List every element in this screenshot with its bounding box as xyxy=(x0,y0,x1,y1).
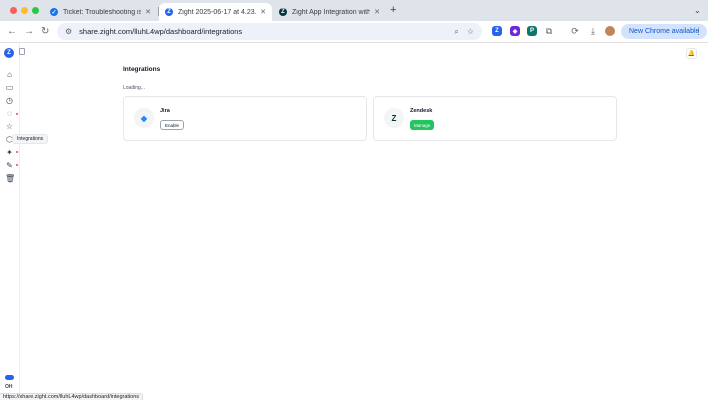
integration-card-jira: ◆ Jira Enable xyxy=(123,96,367,141)
profile-avatar[interactable] xyxy=(605,26,615,36)
ticket-icon: ✓ xyxy=(50,8,58,16)
bookmark-star-icon[interactable]: ☆ xyxy=(467,27,474,36)
home-icon[interactable]: ⌂ xyxy=(5,70,14,79)
back-icon[interactable]: ← xyxy=(7,25,17,39)
jira-logo-icon: ◆ xyxy=(134,108,154,128)
address-bar[interactable]: ⚙ share.zight.com/lluhL4wp/dashboard/int… xyxy=(57,23,482,40)
notification-dot xyxy=(16,164,18,166)
reload-icon[interactable]: ↻ xyxy=(41,25,49,39)
comment-icon[interactable]: ◌ xyxy=(5,109,14,118)
integrations-tooltip: Integrations xyxy=(12,134,49,144)
close-window-button[interactable] xyxy=(10,7,17,14)
zight-icon: Z xyxy=(165,8,173,16)
download-icon[interactable]: ⤓ xyxy=(588,26,598,36)
zight-extension-icon[interactable]: Z xyxy=(492,26,502,36)
app-sidebar: Z ⌂ ▭ ◷ ◌ ☆ ⬡ ✦ ✎ 🗑 xyxy=(0,43,20,400)
notification-dot xyxy=(16,113,18,115)
browser-toolbar: ← → ↻ ⚙ share.zight.com/lluhL4wp/dashboa… xyxy=(0,21,708,43)
integration-name: Jira xyxy=(160,108,170,114)
zendesk-logo-icon: Z xyxy=(384,108,404,128)
close-tab-icon[interactable]: ✕ xyxy=(374,8,380,16)
sparkle-icon[interactable]: ✦ xyxy=(5,148,14,157)
tab-strip: ✓ Ticket: Troubleshooting issue ✕ Z Zigh… xyxy=(0,0,708,21)
zight-logo-icon[interactable]: Z xyxy=(4,48,14,58)
tools-icon[interactable]: ✎ xyxy=(5,161,14,170)
tab-search-icon[interactable]: ⌄ xyxy=(694,6,701,15)
loading-text: Loading... xyxy=(123,85,145,91)
new-tab-icon[interactable]: + xyxy=(390,4,396,16)
tab-zight-recording[interactable]: Z Zight 2025-06-17 at 4.23.11 ✕ xyxy=(159,3,272,21)
notifications-bell-icon[interactable]: 🔔 xyxy=(686,48,697,59)
notification-dot xyxy=(16,151,18,153)
enable-button[interactable]: Enable xyxy=(160,120,185,130)
tab-ticket[interactable]: ✓ Ticket: Troubleshooting issue ✕ xyxy=(44,3,157,21)
close-tab-icon[interactable]: ✕ xyxy=(260,8,266,16)
more-menu-icon[interactable]: ⋮ xyxy=(694,26,703,37)
extensions-puzzle-icon[interactable]: ⧉ xyxy=(544,26,554,36)
maximize-window-button[interactable] xyxy=(32,7,39,14)
manage-button[interactable]: Manage xyxy=(410,120,435,130)
theme-toggle[interactable] xyxy=(5,375,14,380)
zoom-icon[interactable]: ⌕ xyxy=(454,27,458,37)
trash-icon[interactable]: 🗑 xyxy=(5,174,15,183)
user-avatar[interactable]: OH xyxy=(5,384,13,390)
minimize-window-button[interactable] xyxy=(21,7,28,14)
shield-extension-icon[interactable]: ◆ xyxy=(510,26,520,36)
extension-p-icon[interactable]: P xyxy=(527,26,537,36)
tab-title: Zight App Integration with Ze xyxy=(292,8,371,16)
history-sync-icon[interactable]: ⟳ xyxy=(570,26,580,36)
close-tab-icon[interactable]: ✕ xyxy=(145,8,151,16)
tab-title: Ticket: Troubleshooting issue xyxy=(63,8,142,16)
site-info-icon[interactable]: ⚙ xyxy=(65,27,72,36)
zendesk-icon: Z xyxy=(279,8,287,16)
tab-title: Zight 2025-06-17 at 4.23.11 xyxy=(178,8,257,16)
tab-zight-zendesk[interactable]: Z Zight App Integration with Ze ✕ xyxy=(273,3,386,21)
forward-icon[interactable]: → xyxy=(24,25,34,39)
history-icon[interactable]: ◷ xyxy=(5,96,14,105)
sidebar-collapse-icon[interactable] xyxy=(19,48,25,55)
url-text[interactable]: share.zight.com/lluhL4wp/dashboard/integ… xyxy=(79,27,446,36)
integration-name: Zendesk xyxy=(410,108,433,114)
folder-icon[interactable]: ▭ xyxy=(5,83,14,92)
integration-card-zendesk: Z Zendesk Manage xyxy=(373,96,617,141)
page-title: Integrations xyxy=(123,66,161,73)
star-icon[interactable]: ☆ xyxy=(5,122,14,131)
link-status-bar: https://share.zight.com/lluhL4wp/dashboa… xyxy=(0,393,144,400)
